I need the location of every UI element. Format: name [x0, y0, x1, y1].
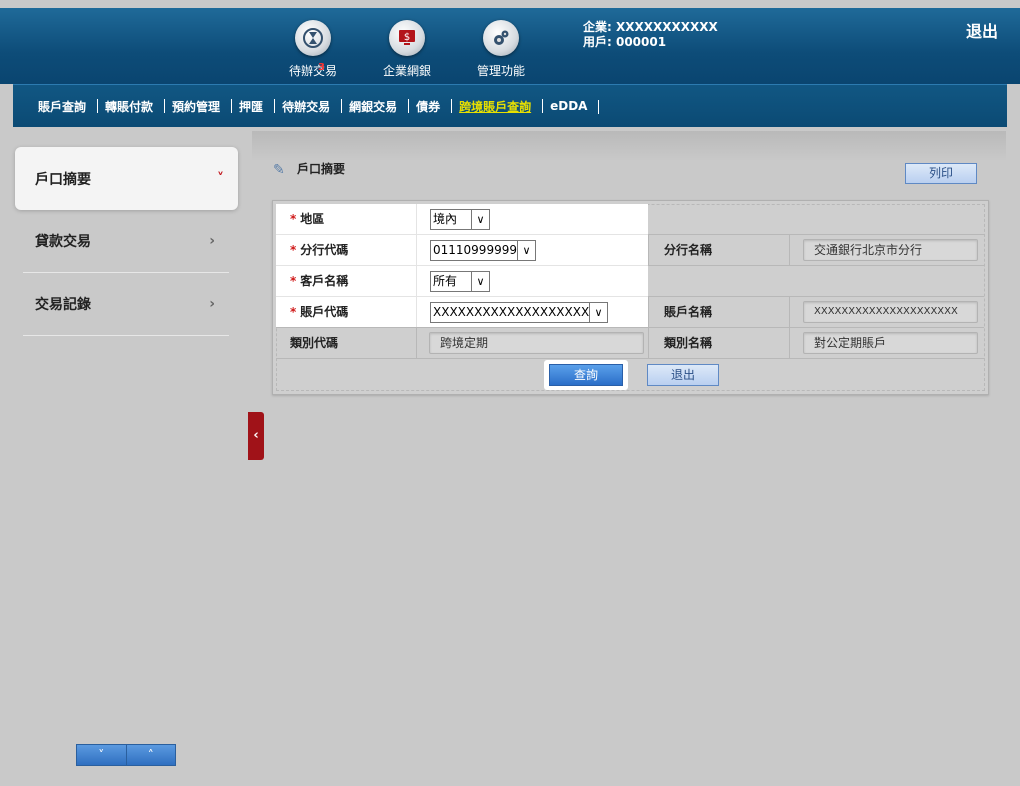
chevron-down-icon: ∨	[517, 241, 535, 260]
pencil-icon: ✎	[273, 161, 285, 178]
account-name-label: 賬戶名稱	[664, 305, 713, 319]
company-name: 企業: XXXXXXXXXXX	[583, 20, 718, 34]
sidebar-item-label: 交易記錄	[35, 297, 91, 313]
branch-code-label: * 分行代碼	[290, 243, 349, 257]
branch-name-label: 分行名稱	[664, 243, 713, 257]
corporate-banking-button[interactable]: $ 企業網銀	[362, 20, 452, 79]
logout-link[interactable]: 退出	[966, 18, 998, 42]
nav-item-edda[interactable]: eDDA	[543, 99, 600, 114]
form-row-account-code: * 賬戶代碼 XXXXXXXXXXXXXXXXXXXXX ∨	[276, 297, 648, 327]
print-button[interactable]: 列印	[905, 163, 977, 184]
branch-name-field: 交通銀行北京市分行	[803, 239, 978, 261]
form-row-customer-name: * 客戶名稱 所有 ∨	[276, 266, 648, 296]
region-select[interactable]: 境內 ∨	[430, 209, 490, 230]
nav-item-transfer[interactable]: 轉賬付款	[98, 98, 166, 115]
nav-item-scheduled[interactable]: 預約管理	[165, 98, 233, 115]
sidebar-item-transaction-records[interactable]: 交易記錄 ›	[23, 273, 229, 336]
category-code-label: 類別代碼	[290, 336, 339, 350]
page-title: ✎ 戶口摘要	[273, 160, 345, 178]
chevron-down-icon: ∨	[471, 210, 489, 229]
nav-item-bonds[interactable]: 債券	[409, 98, 453, 115]
nav-item-account-query[interactable]: 賬戶查詢	[31, 98, 99, 115]
admin-functions-button[interactable]: 管理功能	[456, 20, 546, 79]
scroll-down-button[interactable]: ˅	[77, 745, 127, 765]
query-button[interactable]: 查詢	[549, 364, 623, 386]
account-code-select[interactable]: XXXXXXXXXXXXXXXXXXXXX ∨	[430, 302, 608, 323]
customer-name-label: * 客戶名稱	[290, 274, 349, 288]
category-name-field: 對公定期賬戶	[803, 332, 978, 354]
hourglass-icon	[295, 20, 331, 56]
sidebar-item-label: 貸款交易	[35, 234, 91, 250]
account-code-label: * 賬戶代碼	[290, 305, 349, 319]
sidebar-scroll-controls: ˅ ˄	[76, 744, 176, 766]
category-name-label: 類別名稱	[664, 336, 713, 350]
region-label: * 地區	[290, 212, 325, 226]
admin-functions-label: 管理功能	[476, 64, 525, 78]
nav-item-cross-border-query[interactable]: 跨境賬戶查詢	[452, 98, 544, 115]
category-code-field: 跨境定期	[429, 332, 644, 354]
branch-code-select[interactable]: 01110999999 ∨	[430, 240, 536, 261]
main-nav: 賬戶查詢 轉賬付款 預約管理 押匯 待辦交易 網銀交易 債券 跨境賬戶查詢 eD…	[13, 84, 1007, 127]
pending-count-badge: 3	[318, 62, 325, 73]
nav-item-pending[interactable]: 待辦交易	[275, 98, 343, 115]
customer-name-select[interactable]: 所有 ∨	[430, 271, 490, 292]
nav-item-bills[interactable]: 押匯	[232, 98, 276, 115]
user-id: 用戶: 000001	[583, 35, 667, 49]
collapse-sidebar-button[interactable]: ‹	[248, 412, 264, 460]
sidebar-item-account-summary[interactable]: 戶口摘要 ˅	[15, 147, 238, 210]
chevron-down-icon: ˅	[217, 170, 224, 187]
corporate-banking-label: 企業網銀	[382, 64, 431, 78]
chevron-right-icon: ›	[209, 233, 215, 249]
exit-button[interactable]: 退出	[647, 364, 719, 386]
nav-item-online-transactions[interactable]: 網銀交易	[342, 98, 410, 115]
top-strip	[0, 0, 1020, 8]
chevron-down-icon: ∨	[589, 303, 607, 322]
chevron-down-icon: ∨	[471, 272, 489, 291]
pending-transactions-button[interactable]: 3 待辦交易	[268, 20, 358, 79]
svg-text:$: $	[404, 32, 410, 43]
form-row-region: * 地區 境內 ∨	[276, 204, 648, 234]
user-info: 企業: XXXXXXXXXXX 用戶: 000001	[583, 20, 718, 50]
scroll-up-button[interactable]: ˄	[126, 745, 175, 765]
gears-icon	[483, 20, 519, 56]
monitor-dollar-icon: $	[389, 20, 425, 56]
account-name-field: XXXXXXXXXXXXXXXXXXXXX	[803, 301, 978, 323]
header: 3 待辦交易 $ 企業網銀 管理功能 企業: XXXXXXXXXXX 用戶: 0…	[0, 8, 1020, 84]
pending-transactions-label: 待辦交易	[288, 64, 337, 78]
page-title-text: 戶口摘要	[297, 162, 346, 176]
query-button-frame: 查詢	[544, 360, 628, 390]
chevron-right-icon: ›	[209, 296, 215, 312]
sidebar-item-label: 戶口摘要	[35, 171, 91, 188]
sidebar-item-loan-transactions[interactable]: 貸款交易 ›	[23, 210, 229, 273]
form-row-branch-code: * 分行代碼 01110999999 ∨	[276, 235, 648, 265]
